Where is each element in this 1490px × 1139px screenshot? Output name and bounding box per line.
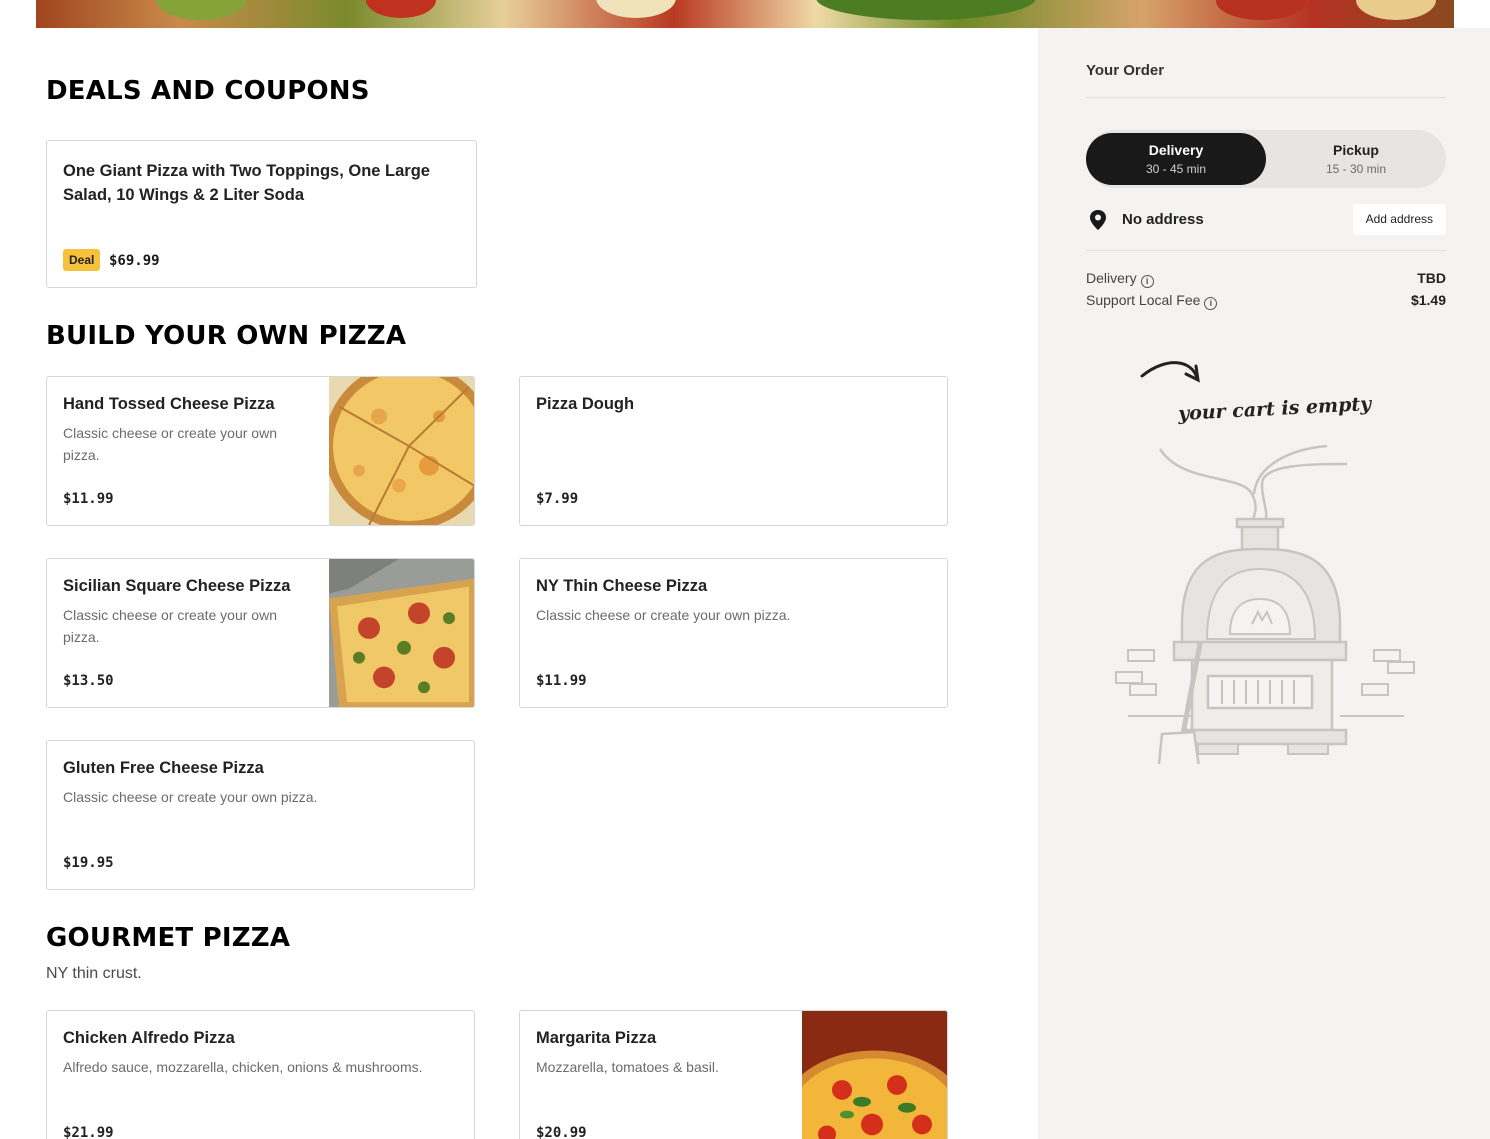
fee-row-delivery: Delivery i TBD: [1086, 270, 1446, 290]
item-name: NY Thin Cheese Pizza: [536, 577, 708, 595]
location-pin-icon: [1088, 209, 1108, 231]
item-price: $20.99: [536, 1125, 587, 1139]
margarita-pizza-image: [802, 1011, 947, 1139]
item-name: Chicken Alfredo Pizza: [63, 1029, 235, 1047]
item-description: Classic cheese or create your own pizza.: [63, 607, 277, 645]
address-text: No address: [1122, 211, 1204, 228]
address-row: No address Add address: [1086, 204, 1446, 236]
item-description: Classic cheese or create your own pizza.: [63, 789, 318, 805]
item-price: $19.95: [63, 855, 114, 871]
fee-label: Support Local Fee: [1086, 292, 1201, 308]
menu-item-card[interactable]: Margarita Pizza Mozzarella, tomatoes & b…: [519, 1010, 948, 1139]
order-panel: Your Order Delivery 30 - 45 min Pickup 1…: [1038, 28, 1490, 1139]
item-price: $13.50: [63, 673, 114, 689]
section-subtitle-gourmet: NY thin crust.: [46, 965, 142, 982]
pickup-option[interactable]: Pickup 15 - 30 min: [1266, 133, 1446, 185]
deal-badge: Deal: [63, 249, 101, 271]
menu-item-card[interactable]: Gluten Free Cheese Pizza Classic cheese …: [46, 740, 475, 890]
section-title-build-your-own: BUILD YOUR OWN PIZZA: [46, 321, 407, 351]
pickup-time: 15 - 30 min: [1325, 162, 1387, 176]
item-description: Mozzarella, tomatoes & basil.: [536, 1059, 719, 1075]
section-title-gourmet: GOURMET PIZZA: [46, 923, 291, 953]
fee-value: TBD: [1417, 270, 1446, 286]
cheese-pizza-image: [329, 377, 474, 525]
deal-card[interactable]: One Giant Pizza with Two Toppings, One L…: [46, 140, 477, 288]
info-icon[interactable]: i: [1204, 297, 1218, 310]
deal-name: One Giant Pizza with Two Toppings, One L…: [63, 162, 430, 204]
item-price: $7.99: [536, 491, 579, 507]
fee-row-support-local: Support Local Fee i $1.49: [1086, 292, 1446, 312]
delivery-label: Delivery: [1148, 142, 1204, 158]
delivery-option[interactable]: Delivery 30 - 45 min: [1086, 133, 1266, 185]
order-title: Your Order: [1086, 62, 1165, 79]
pizza-oven-illustration: [1115, 361, 1415, 764]
item-price: $11.99: [63, 491, 114, 507]
menu-main: DEALS AND COUPONS One Giant Pizza with T…: [0, 28, 1038, 1139]
item-name: Pizza Dough: [536, 395, 635, 413]
info-icon[interactable]: i: [1140, 275, 1154, 288]
fee-label: Delivery: [1086, 270, 1137, 286]
section-title-deals: DEALS AND COUPONS: [46, 76, 370, 106]
menu-item-card[interactable]: Sicilian Square Cheese Pizza Classic che…: [46, 558, 475, 708]
menu-item-card[interactable]: Chicken Alfredo Pizza Alfredo sauce, moz…: [46, 1010, 475, 1139]
sicilian-pizza-image: [329, 559, 474, 707]
item-name: Hand Tossed Cheese Pizza: [63, 395, 275, 413]
hero-banner-image: [36, 0, 1454, 28]
fee-value: $1.49: [1410, 292, 1446, 308]
add-address-button[interactable]: Add address: [1352, 204, 1446, 235]
menu-item-card[interactable]: Pizza Dough $7.99: [519, 376, 948, 526]
item-price: $21.99: [63, 1125, 114, 1139]
delivery-time: 30 - 45 min: [1145, 162, 1207, 176]
item-name: Gluten Free Cheese Pizza: [63, 759, 264, 777]
fulfillment-toggle: Delivery 30 - 45 min Pickup 15 - 30 min: [1086, 130, 1446, 188]
item-price: $11.99: [536, 673, 587, 689]
pickup-label: Pickup: [1333, 142, 1379, 158]
item-description: Classic cheese or create your own pizza.: [536, 607, 791, 623]
item-name: Sicilian Square Cheese Pizza: [63, 577, 291, 595]
item-description: Alfredo sauce, mozzarella, chicken, onio…: [63, 1059, 423, 1075]
divider: [1086, 97, 1446, 98]
divider: [1086, 250, 1446, 251]
item-description: Classic cheese or create your own pizza.: [63, 425, 277, 463]
item-name: Margarita Pizza: [536, 1029, 657, 1047]
menu-item-card[interactable]: Hand Tossed Cheese Pizza Classic cheese …: [46, 376, 475, 526]
deal-price: $69.99: [109, 253, 160, 269]
menu-item-card[interactable]: NY Thin Cheese Pizza Classic cheese or c…: [519, 558, 948, 708]
